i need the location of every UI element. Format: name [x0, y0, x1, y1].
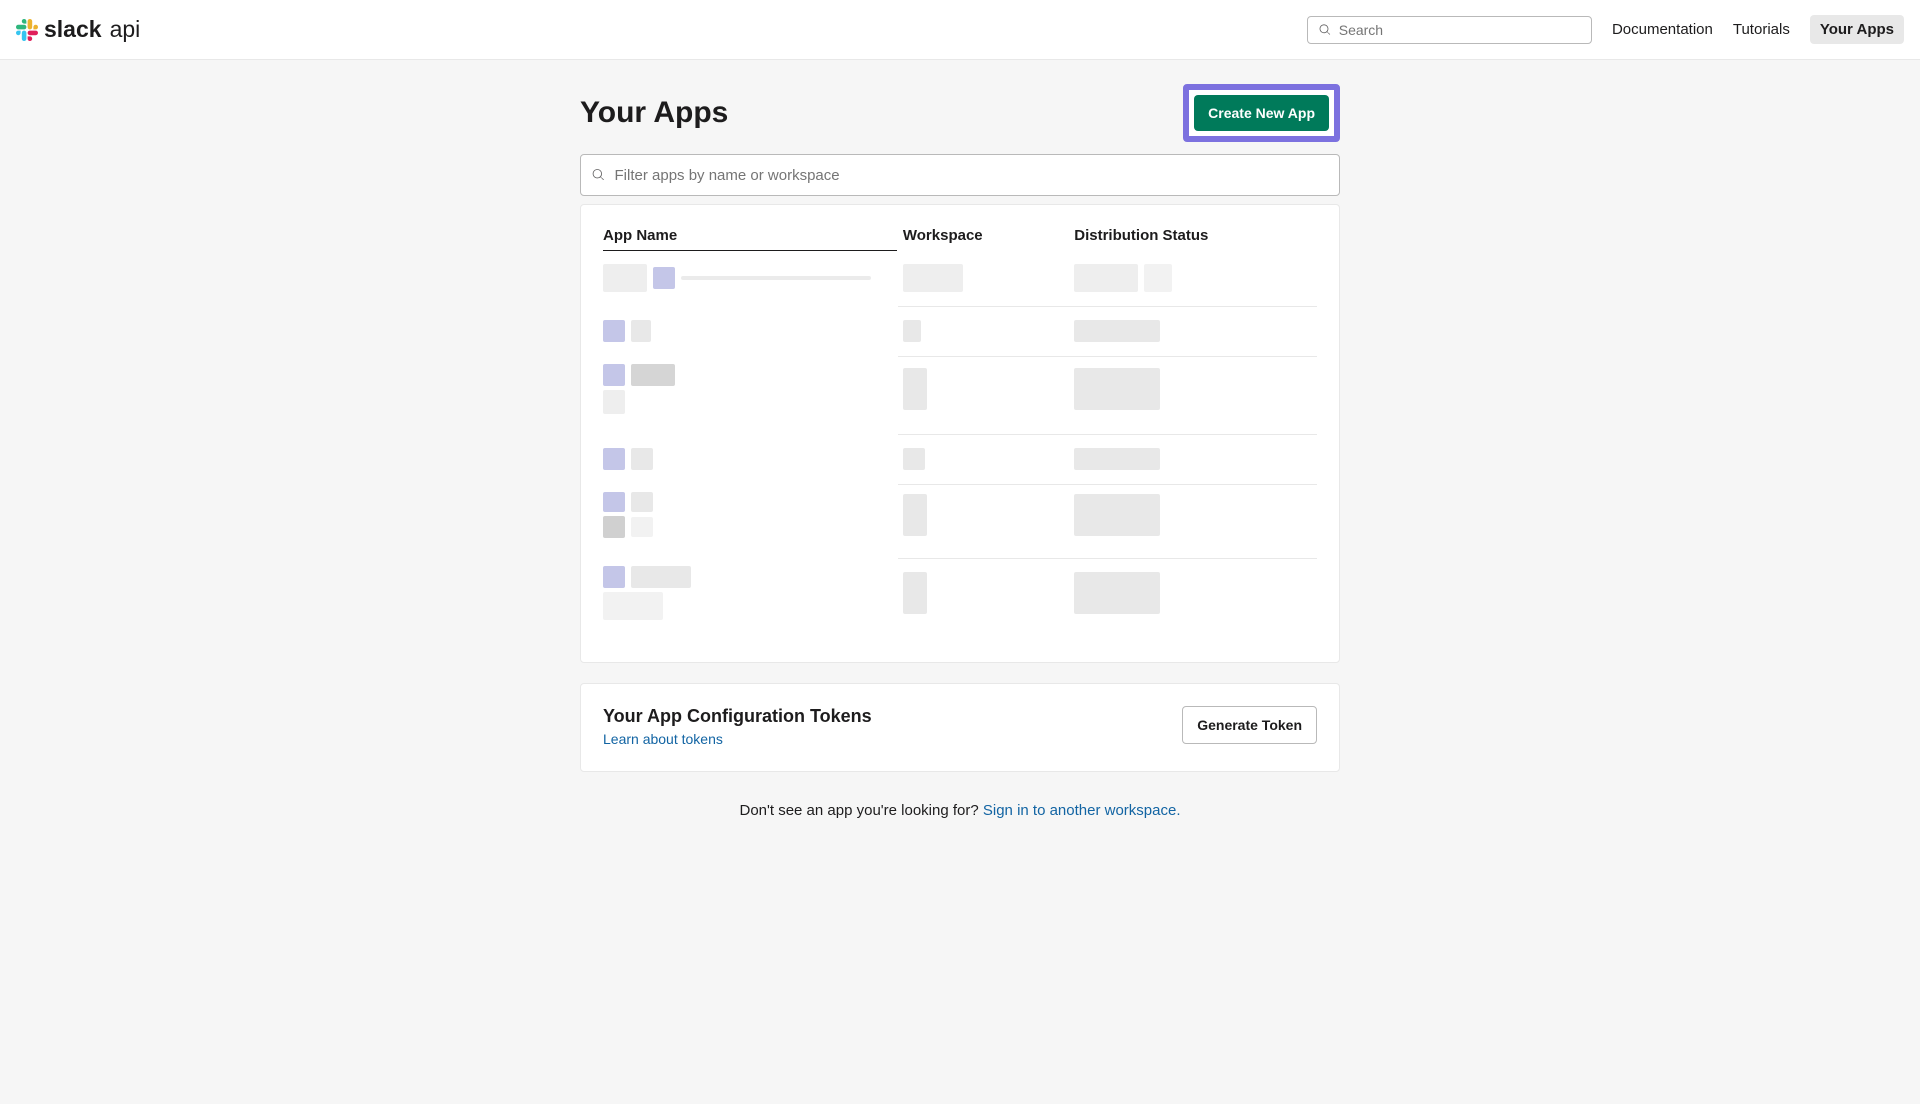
slack-logo-icon — [16, 19, 38, 41]
logo-product-text: api — [110, 16, 141, 43]
create-button-highlight: Create New App — [1183, 84, 1340, 142]
nav-your-apps[interactable]: Your Apps — [1810, 15, 1904, 44]
nav-tutorials[interactable]: Tutorials — [1733, 21, 1790, 38]
generate-token-button[interactable]: Generate Token — [1182, 706, 1317, 744]
search-icon — [1318, 23, 1331, 37]
sign-in-workspace-link[interactable]: Sign in to another workspace. — [983, 802, 1181, 819]
create-new-app-button[interactable]: Create New App — [1194, 95, 1329, 131]
table-row[interactable] — [603, 306, 1317, 356]
main-content: Your Apps Create New App App Name Worksp… — [0, 60, 1920, 1104]
table-row[interactable] — [603, 356, 1317, 434]
column-distribution-status: Distribution Status — [1074, 227, 1317, 244]
logo-brand-text: slack — [44, 16, 102, 43]
table-row[interactable] — [603, 558, 1317, 640]
filter-box[interactable] — [580, 154, 1340, 196]
search-box[interactable] — [1307, 16, 1592, 44]
table-row[interactable] — [603, 484, 1317, 558]
table-row[interactable] — [603, 250, 1317, 306]
header: slack api Documentation Tutorials Your A… — [0, 0, 1920, 60]
page-title: Your Apps — [580, 96, 728, 130]
apps-table-card: App Name Workspace Distribution Status — [580, 204, 1340, 663]
column-app-name: App Name — [603, 227, 903, 244]
header-right: Documentation Tutorials Your Apps — [1307, 15, 1904, 44]
filter-search-icon — [591, 168, 605, 182]
table-header: App Name Workspace Distribution Status — [603, 227, 1317, 250]
page-header: Your Apps Create New App — [580, 84, 1340, 142]
search-input[interactable] — [1337, 21, 1581, 39]
column-workspace: Workspace — [903, 227, 1074, 244]
table-row[interactable] — [603, 434, 1317, 484]
logo[interactable]: slack api — [16, 16, 140, 43]
filter-input[interactable] — [613, 166, 1329, 185]
footer-text: Don't see an app you're looking for? Sig… — [580, 792, 1340, 819]
nav-documentation[interactable]: Documentation — [1612, 21, 1713, 38]
tokens-card: Your App Configuration Tokens Learn abou… — [580, 683, 1340, 772]
learn-about-tokens-link[interactable]: Learn about tokens — [603, 731, 723, 747]
tokens-title: Your App Configuration Tokens — [603, 706, 872, 727]
